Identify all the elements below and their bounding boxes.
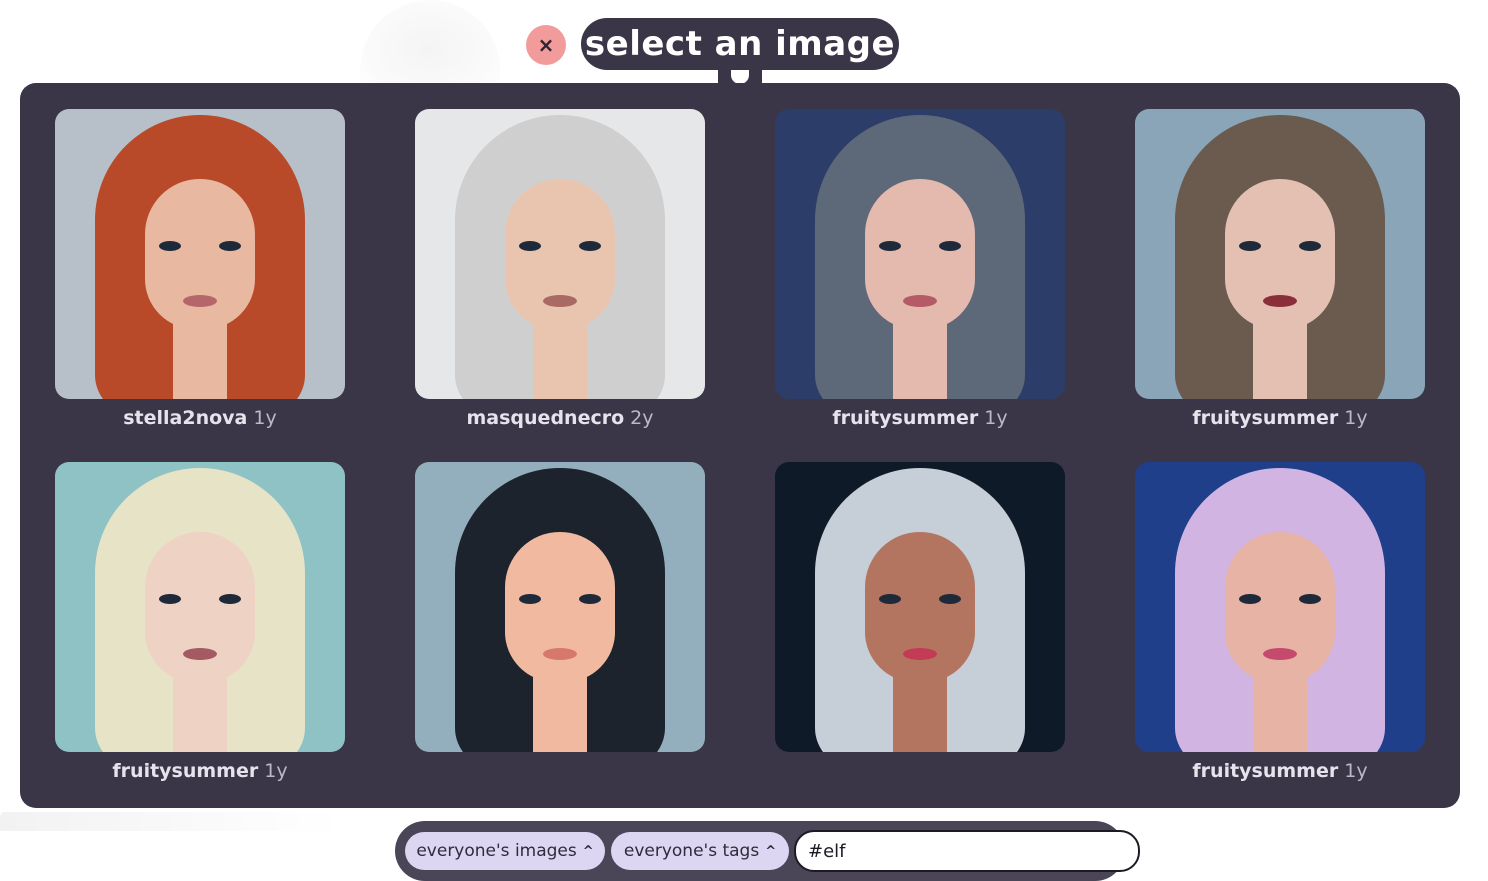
portrait-lips bbox=[183, 648, 217, 660]
portrait-eye bbox=[939, 594, 961, 604]
dialog-title: select an image bbox=[581, 18, 899, 70]
author-name[interactable]: fruitysummer bbox=[832, 407, 978, 429]
gallery-card[interactable]: fruitysummer 1y bbox=[775, 109, 1065, 429]
author-name[interactable]: stella2nova bbox=[123, 407, 247, 429]
portrait-eye bbox=[879, 594, 901, 604]
portrait-thumbnail[interactable] bbox=[415, 462, 705, 752]
portrait-thumbnail[interactable] bbox=[775, 462, 1065, 752]
chevron-up-icon: ^ bbox=[582, 843, 594, 859]
portrait-eye bbox=[219, 241, 241, 251]
author-name[interactable]: fruitysummer bbox=[1192, 407, 1338, 429]
portrait-thumbnail[interactable] bbox=[775, 109, 1065, 399]
portrait-lips bbox=[183, 295, 217, 307]
image-caption: fruitysummer 1y bbox=[775, 407, 1065, 429]
portrait-eye bbox=[939, 241, 961, 251]
tags-filter-button[interactable]: everyone's tags ^ bbox=[611, 832, 789, 870]
image-picker-panel: stella2nova 1y masquednecro 2y fruitysummer 1… bbox=[20, 83, 1460, 881]
portrait-eye bbox=[519, 241, 541, 251]
portrait-eye bbox=[879, 241, 901, 251]
gallery-card[interactable]: masquednecro 2y bbox=[415, 109, 705, 429]
image-caption: fruitysummer 1y bbox=[1135, 407, 1425, 429]
image-age: 1y bbox=[264, 760, 288, 782]
author-name[interactable]: masquednecro bbox=[467, 407, 625, 429]
portrait-eye bbox=[219, 594, 241, 604]
portrait-thumbnail[interactable] bbox=[55, 462, 345, 752]
image-age: 2y bbox=[630, 407, 654, 429]
author-name[interactable]: fruitysummer bbox=[112, 760, 258, 782]
gallery-card[interactable] bbox=[415, 462, 705, 752]
portrait-eye bbox=[579, 594, 601, 604]
portrait-lips bbox=[903, 648, 937, 660]
image-caption: stella2nova 1y bbox=[55, 407, 345, 429]
portrait-eye bbox=[1239, 241, 1261, 251]
portrait-eye bbox=[579, 241, 601, 251]
portrait-thumbnail[interactable] bbox=[1135, 462, 1425, 752]
image-age: 1y bbox=[984, 407, 1008, 429]
portrait-eye bbox=[1239, 594, 1261, 604]
close-button[interactable]: × bbox=[526, 25, 566, 65]
image-age: 1y bbox=[1344, 407, 1368, 429]
images-filter-button[interactable]: everyone's images ^ bbox=[405, 832, 605, 870]
portrait-eye bbox=[159, 594, 181, 604]
portrait-thumbnail[interactable] bbox=[415, 109, 705, 399]
gallery-card[interactable]: fruitysummer 1y bbox=[1135, 462, 1425, 782]
portrait-lips bbox=[543, 648, 577, 660]
portrait-lips bbox=[903, 295, 937, 307]
chevron-up-icon: ^ bbox=[765, 843, 777, 859]
portrait-lips bbox=[1263, 648, 1297, 660]
background-shape bbox=[0, 812, 340, 831]
portrait-lips bbox=[1263, 295, 1297, 307]
portrait-eye bbox=[519, 594, 541, 604]
portrait-eye bbox=[1299, 594, 1321, 604]
tag-search-input[interactable] bbox=[794, 830, 1140, 872]
image-age: 1y bbox=[1344, 760, 1368, 782]
images-filter-label: everyone's images bbox=[416, 841, 577, 861]
gallery-card[interactable]: stella2nova 1y bbox=[55, 109, 345, 429]
image-caption: masquednecro 2y bbox=[415, 407, 705, 429]
portrait-eye bbox=[1299, 241, 1321, 251]
gallery-card[interactable]: fruitysummer 1y bbox=[55, 462, 345, 782]
tags-filter-label: everyone's tags bbox=[623, 841, 760, 861]
portrait-thumbnail[interactable] bbox=[55, 109, 345, 399]
background-portrait bbox=[360, 0, 500, 82]
portrait-thumbnail[interactable] bbox=[1135, 109, 1425, 399]
portrait-eye bbox=[159, 241, 181, 251]
author-name[interactable]: fruitysummer bbox=[1192, 760, 1338, 782]
image-age: 1y bbox=[253, 407, 277, 429]
gallery-card[interactable]: fruitysummer 1y bbox=[1135, 109, 1425, 429]
portrait-lips bbox=[543, 295, 577, 307]
image-caption: fruitysummer 1y bbox=[1135, 760, 1425, 782]
filter-toolbar: everyone's images ^ everyone's tags ^ bbox=[395, 821, 1140, 881]
image-caption: fruitysummer 1y bbox=[55, 760, 345, 782]
gallery-card[interactable] bbox=[775, 462, 1065, 752]
